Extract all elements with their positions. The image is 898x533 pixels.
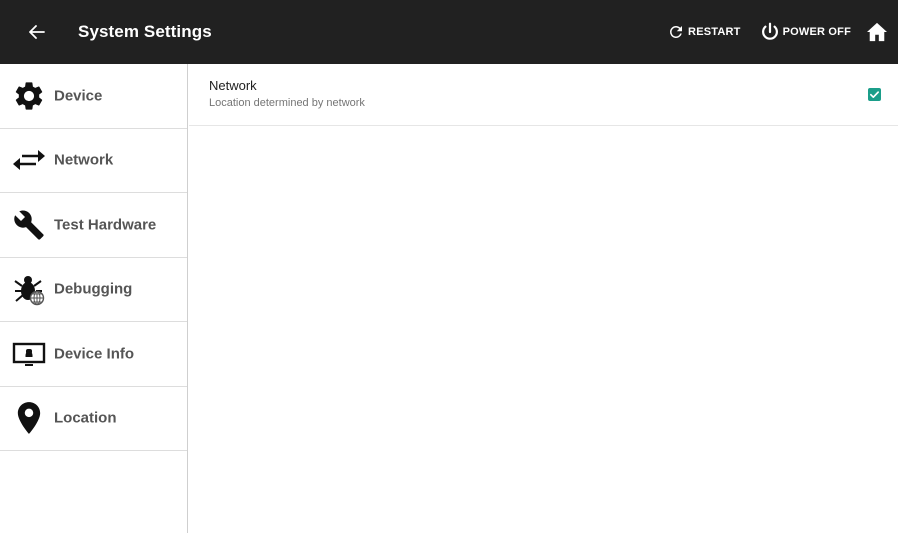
sidebar: Device Network Test Hardware Debugging D… — [0, 64, 188, 533]
gear-icon — [10, 77, 48, 115]
power-off-button[interactable]: POWER OFF — [759, 21, 851, 43]
app-bar: System Settings RESTART POWER OFF — [0, 0, 898, 64]
settings-panel: Network Location determined by network — [189, 64, 898, 533]
restart-label: RESTART — [688, 26, 741, 38]
sidebar-item-label: Debugging — [54, 280, 133, 298]
power-icon — [761, 22, 778, 40]
sidebar-item-label: Device — [54, 87, 103, 105]
monitor-icon — [10, 335, 48, 373]
page-title: System Settings — [78, 22, 212, 41]
home-button[interactable] — [862, 12, 892, 52]
app-bar-actions: RESTART POWER OFF — [667, 0, 898, 64]
setting-title: Network — [209, 78, 257, 93]
setting-network[interactable]: Network Location determined by network — [189, 64, 898, 126]
swap-arrows-icon — [10, 141, 48, 179]
sidebar-item-debugging[interactable]: Debugging — [0, 258, 187, 322]
sidebar-item-network[interactable]: Network — [0, 129, 187, 193]
home-icon — [867, 22, 887, 42]
wrench-icon — [10, 206, 48, 244]
restart-button[interactable]: RESTART — [667, 23, 741, 41]
setting-summary: Location determined by network — [209, 97, 365, 109]
sidebar-item-location[interactable]: Location — [0, 387, 187, 451]
sidebar-item-label: Network — [54, 151, 114, 169]
map-pin-icon — [10, 399, 48, 437]
sidebar-item-test-hardware[interactable]: Test Hardware — [0, 193, 187, 258]
back-button[interactable] — [17, 12, 57, 52]
bug-icon — [10, 270, 48, 308]
sidebar-item-device[interactable]: Device — [0, 64, 187, 129]
restart-icon — [670, 25, 683, 38]
sidebar-item-label: Location — [54, 409, 117, 427]
checkmark-icon — [870, 91, 879, 98]
power-off-label: POWER OFF — [782, 26, 851, 38]
arrow-left-icon — [29, 25, 45, 39]
sidebar-item-label: Test Hardware — [54, 216, 157, 234]
network-checkbox[interactable] — [868, 88, 881, 101]
sidebar-item-device-info[interactable]: Device Info — [0, 322, 187, 387]
sidebar-item-label: Device Info — [54, 345, 135, 363]
